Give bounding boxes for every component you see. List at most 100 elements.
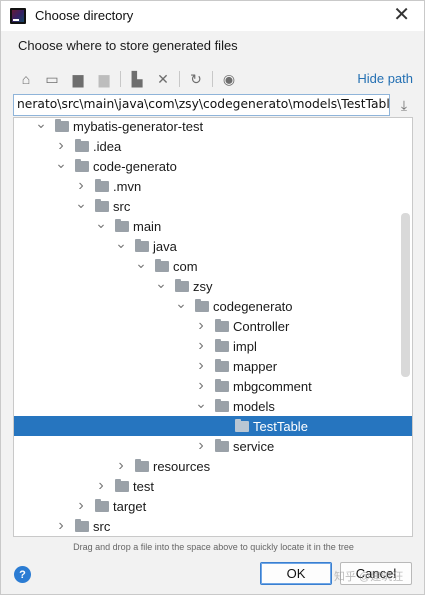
title-bar: Choose directory ✕ — [1, 1, 424, 31]
tree-item[interactable]: › .mvn — [14, 176, 412, 196]
intellij-app-icon — [10, 8, 26, 24]
show-hidden-icon[interactable]: ◉ — [216, 68, 242, 90]
tree-item[interactable]: ⌄ zsy — [14, 273, 412, 296]
tree-item[interactable]: ⌄ java — [14, 233, 412, 256]
tree-item-label: mybatis-generator-test — [73, 118, 204, 134]
hide-path-link[interactable]: Hide path — [357, 71, 413, 86]
tree-item[interactable]: › mbgcomment — [14, 376, 412, 396]
toolbar: ⌂ ▭ ▆ ▆ ▙ ✕ ↻ ◉ Hide path — [13, 67, 415, 91]
tree-item-label: java — [153, 238, 177, 254]
tree-item-label: src — [113, 198, 131, 214]
tree-item[interactable]: ⌄ codegenerato — [14, 293, 412, 316]
chevron-down-icon[interactable]: ⌄ — [55, 153, 67, 173]
module-icon[interactable]: ▆ — [91, 68, 117, 90]
tree-item[interactable]: › resources — [14, 456, 412, 476]
tree-item[interactable]: ⌄ com — [14, 253, 412, 276]
tree-item[interactable]: › service — [14, 436, 412, 456]
tree-item[interactable]: TestTable — [14, 416, 412, 436]
path-row: nerato\src\main\java\com\zsy\codegenerat… — [13, 94, 415, 116]
dialog-subtitle: Choose where to store generated files — [18, 38, 238, 53]
tree-item-label: models — [233, 398, 275, 414]
path-input[interactable]: nerato\src\main\java\com\zsy\codegenerat… — [13, 94, 390, 116]
download-path-icon[interactable]: ⤓ — [395, 96, 413, 114]
tree-item[interactable]: ⌄ src — [14, 193, 412, 216]
toolbar-separator — [212, 71, 213, 87]
chevron-down-icon[interactable]: ⌄ — [155, 273, 167, 293]
directory-tree[interactable]: ⌄ mybatis-generator-test › .idea ⌄ code-gener… — [13, 117, 413, 537]
chevron-down-icon[interactable]: ⌄ — [35, 118, 47, 133]
project-icon[interactable]: ▆ — [65, 68, 91, 90]
tree-item-label: code-generato — [93, 158, 177, 174]
tree-item-label: .mvn — [113, 178, 142, 194]
tree-item[interactable]: › mapper — [14, 356, 412, 376]
toolbar-separator — [120, 71, 121, 87]
tree-item[interactable]: › src — [14, 516, 412, 536]
tree-item[interactable]: › .idea — [14, 136, 412, 156]
tree-item[interactable]: ⌄ code-generato — [14, 153, 412, 176]
tree-item[interactable]: › test — [14, 476, 412, 496]
tree-item-label: src — [93, 518, 111, 534]
tree-item[interactable]: ⌄ main — [14, 213, 412, 236]
chevron-down-icon[interactable]: ⌄ — [135, 253, 147, 273]
folder-icon — [75, 518, 89, 532]
chevron-right-icon[interactable]: › — [75, 496, 87, 516]
folder-icon — [155, 258, 169, 272]
tree-item-label: codegenerato — [213, 298, 293, 314]
tree-item-label: .idea — [93, 138, 122, 154]
tree-item-label: com — [173, 258, 198, 274]
choose-directory-dialog: Choose directory ✕ Choose where to store… — [0, 0, 425, 595]
tree-item-label: resources — [153, 458, 211, 474]
close-icon[interactable]: ✕ — [393, 4, 410, 26]
chevron-right-icon[interactable]: › — [195, 336, 207, 356]
tree-item-label: TestTable — [253, 418, 308, 434]
ok-button[interactable]: OK — [260, 562, 332, 585]
new-folder-icon[interactable]: ▙ — [124, 68, 150, 90]
chevron-right-icon[interactable]: › — [195, 356, 207, 376]
folder-icon — [195, 298, 209, 312]
folder-icon — [95, 198, 109, 212]
home-icon[interactable]: ⌂ — [13, 68, 39, 90]
tree-item-label: mapper — [233, 358, 278, 374]
tree-item[interactable]: ⌄ models — [14, 393, 412, 416]
tree-item-label: Controller — [233, 318, 290, 334]
chevron-right-icon[interactable]: › — [95, 476, 107, 496]
folder-icon — [175, 278, 189, 292]
chevron-right-icon[interactable]: › — [55, 516, 67, 536]
tree-scrollbar[interactable] — [401, 213, 410, 377]
chevron-right-icon[interactable]: › — [195, 316, 207, 336]
folder-icon — [215, 358, 229, 372]
folder-icon — [215, 378, 229, 392]
chevron-down-icon[interactable]: ⌄ — [195, 393, 207, 413]
refresh-icon[interactable]: ↻ — [183, 68, 209, 90]
delete-icon[interactable]: ✕ — [150, 68, 176, 90]
tree-item[interactable]: › Controller — [14, 316, 412, 336]
chevron-down-icon[interactable]: ⌄ — [115, 233, 127, 253]
chevron-down-icon[interactable]: ⌄ — [175, 293, 187, 313]
folder-icon — [135, 238, 149, 252]
chevron-right-icon[interactable]: › — [115, 456, 127, 476]
help-button[interactable]: ? — [14, 566, 31, 583]
folder-icon — [215, 338, 229, 352]
folder-icon — [115, 478, 129, 492]
tree-item-label: test — [133, 478, 154, 494]
toolbar-separator — [179, 71, 180, 87]
folder-icon — [55, 118, 69, 132]
tree-item-label: target — [113, 498, 147, 514]
chevron-down-icon[interactable]: ⌄ — [75, 193, 87, 213]
tree-item[interactable]: › impl — [14, 336, 412, 356]
chevron-down-icon[interactable]: ⌄ — [95, 213, 107, 233]
tree-item-label: zsy — [193, 278, 213, 294]
tree-item[interactable]: ⌄ mybatis-generator-test — [14, 118, 412, 136]
tree-item-label: main — [133, 218, 162, 234]
folder-icon — [215, 398, 229, 412]
desktop-icon[interactable]: ▭ — [39, 68, 65, 90]
tree-item-label: service — [233, 438, 275, 454]
folder-icon — [95, 178, 109, 192]
tree-item-label: mbgcomment — [233, 378, 312, 394]
tree-item-label: impl — [233, 338, 257, 354]
tree-item[interactable]: › target — [14, 496, 412, 516]
cancel-button[interactable]: Cancel — [340, 562, 412, 585]
chevron-right-icon[interactable]: › — [195, 436, 207, 456]
folder-icon — [135, 458, 149, 472]
folder-icon — [115, 218, 129, 232]
